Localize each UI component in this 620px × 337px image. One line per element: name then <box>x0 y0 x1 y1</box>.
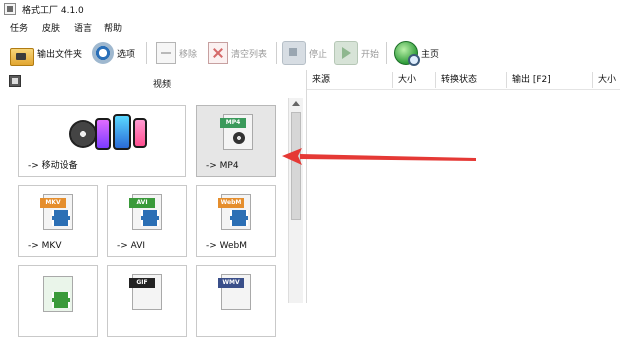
annotation-arrow <box>282 148 476 165</box>
annotation-arrow-shaft <box>300 154 476 161</box>
annotation-arrow-head <box>282 148 302 165</box>
